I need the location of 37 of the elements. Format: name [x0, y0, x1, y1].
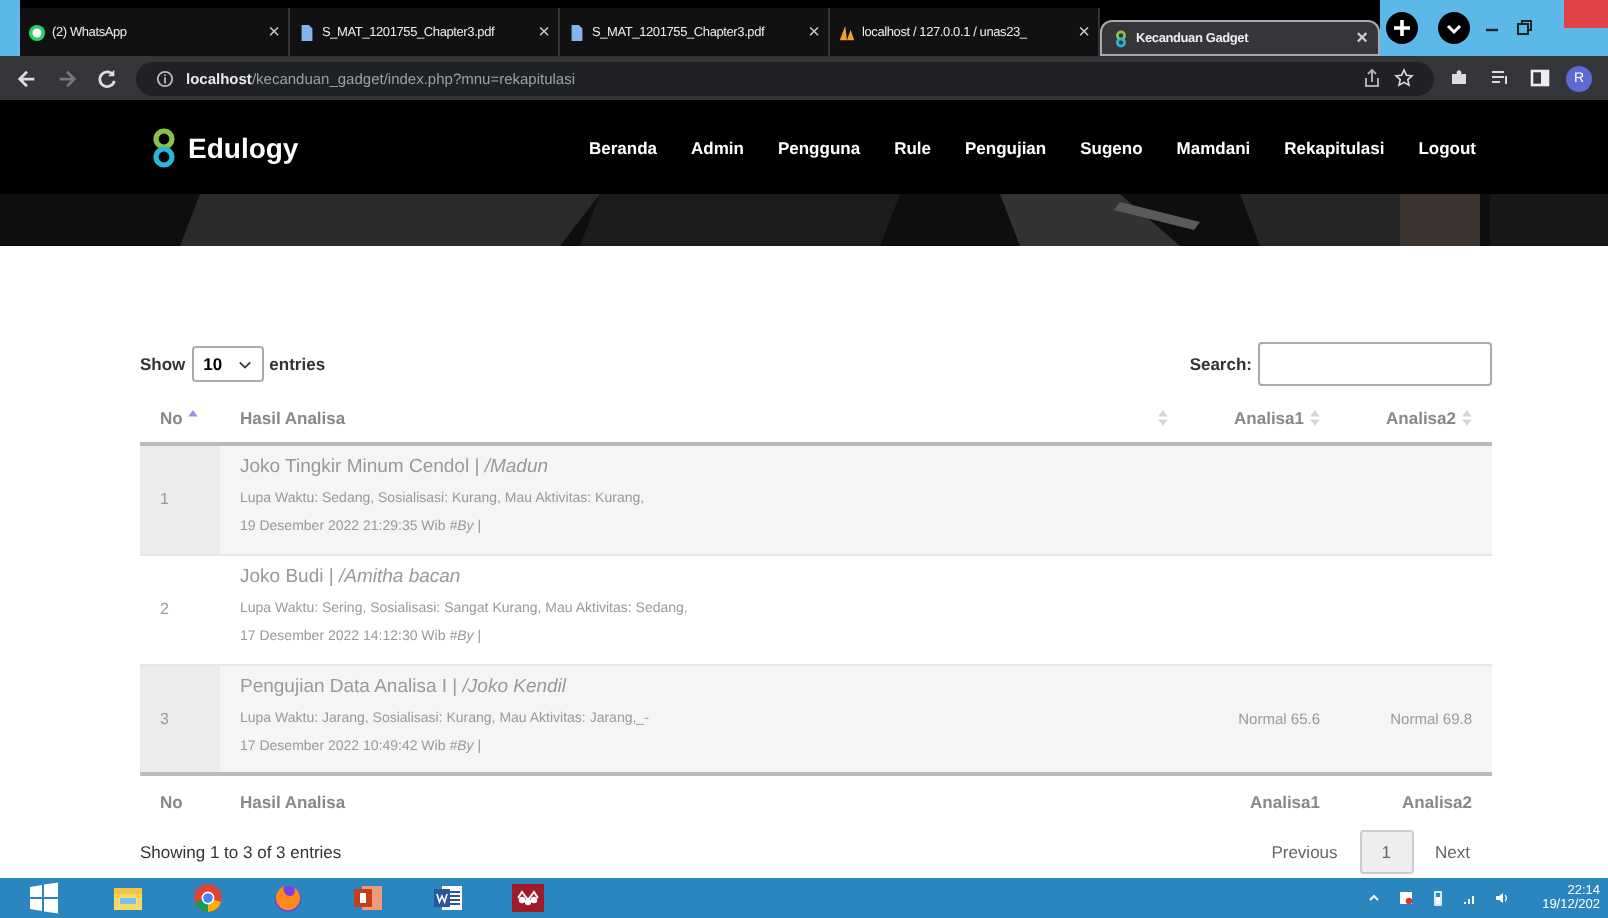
table-cell: 2	[140, 554, 220, 664]
close-tab-button[interactable]: ×	[808, 21, 820, 43]
search-label: Search:	[1189, 354, 1252, 374]
nav-link[interactable]: Pengguna	[777, 137, 861, 157]
nav-link[interactable]: Admin	[691, 137, 744, 157]
result-title: Joko Budi | /Amitha bacan	[240, 566, 463, 588]
entries-info: Showing 1 to 3 of 3 entries	[140, 842, 342, 862]
column-footer: Analisa1	[1188, 774, 1340, 826]
previous-button[interactable]: Previous	[1249, 830, 1360, 874]
result-title: Joko Tingkir Minum Cendol | /Madun	[240, 456, 551, 479]
table-cell: 1	[140, 444, 220, 554]
column-header[interactable]: No	[140, 392, 220, 444]
nav-link[interactable]: Pengujian	[964, 137, 1047, 157]
nav-link[interactable]: Logout	[1418, 137, 1476, 157]
entries-label: entries	[269, 354, 326, 374]
close-tab-button[interactable]: ×	[1078, 21, 1090, 43]
column-header[interactable]: Analisa1	[1188, 392, 1340, 444]
nav-link[interactable]: Mamdani	[1176, 137, 1251, 157]
close-tab-button[interactable]: ×	[538, 21, 550, 43]
nav-link[interactable]: Beranda	[589, 137, 658, 157]
column-footer: No	[140, 774, 220, 826]
result-title: Pengujian Data Analisa I | /Joko Kendil	[240, 675, 569, 698]
brand-name[interactable]: Edulogy	[188, 131, 299, 163]
column-header[interactable]: Analisa2	[1340, 392, 1492, 444]
column-footer: Hasil Analisa	[220, 774, 1188, 826]
column-footer: Analisa2	[1340, 774, 1492, 826]
nav-link[interactable]: Rule	[894, 137, 931, 157]
column-header[interactable]: Hasil Analisa	[220, 392, 1188, 444]
nav-link[interactable]: Rekapitulasi	[1284, 137, 1385, 157]
page-button[interactable]: 1	[1359, 830, 1414, 874]
nav-link[interactable]: Sugeno	[1080, 137, 1143, 157]
table-cell: 3	[140, 664, 220, 774]
close-tab-button[interactable]: ×	[1356, 27, 1368, 49]
show-label: Show	[140, 354, 186, 374]
close-tab-button[interactable]: ×	[268, 21, 280, 43]
next-button[interactable]: Next	[1413, 830, 1492, 874]
entries-select[interactable]: 10	[191, 346, 264, 382]
